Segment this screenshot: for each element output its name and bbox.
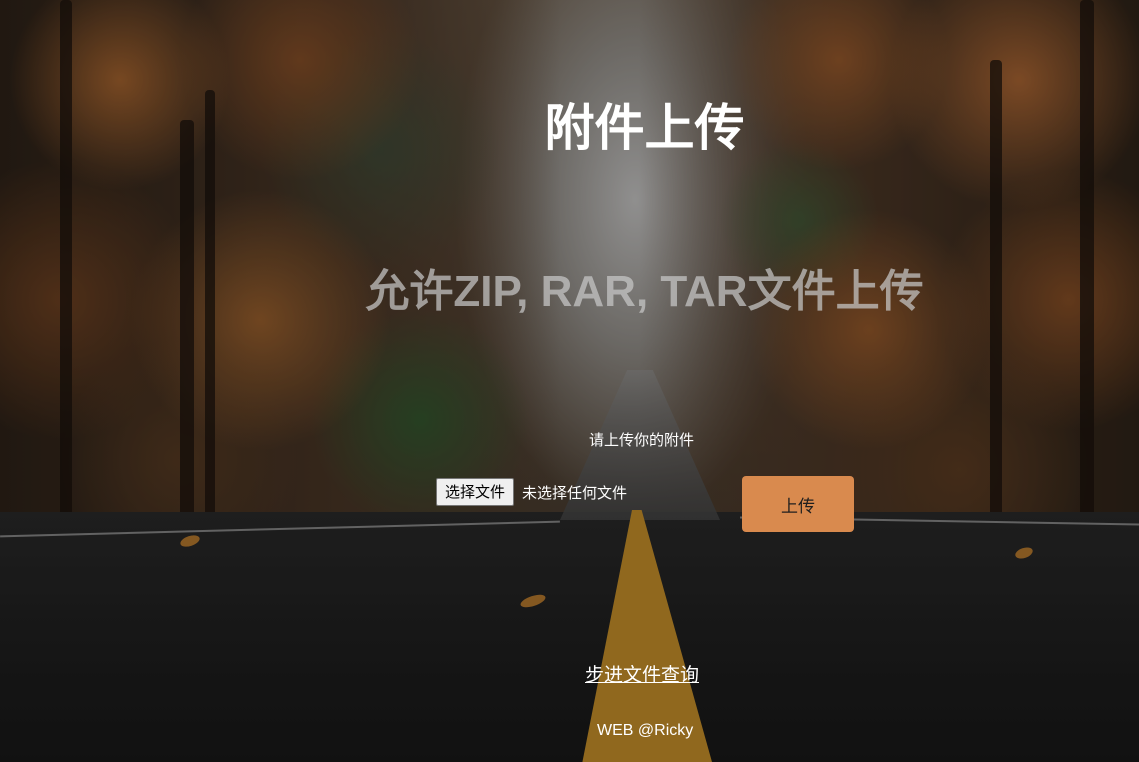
allowed-types-subtitle: 允许ZIP, RAR, TAR文件上传 xyxy=(365,267,924,316)
upload-page: 附件上传 允许ZIP, RAR, TAR文件上传 请上传你的附件 选择文件 未选… xyxy=(0,0,1139,762)
file-status-text: 未选择任何文件 xyxy=(522,483,628,502)
file-query-link[interactable]: 步进文件查询 xyxy=(585,662,699,688)
upload-submit-button[interactable]: 上传 xyxy=(742,476,854,532)
file-input[interactable]: 选择文件 未选择任何文件 xyxy=(436,477,627,507)
footer-credit: WEB @Ricky xyxy=(597,722,694,739)
page-title: 附件上传 xyxy=(544,99,745,157)
choose-file-button[interactable]: 选择文件 xyxy=(436,478,515,506)
upload-prompt: 请上传你的附件 xyxy=(589,431,695,449)
